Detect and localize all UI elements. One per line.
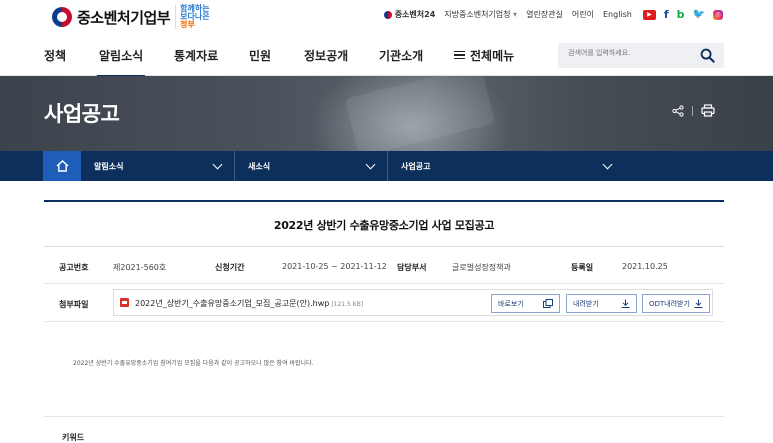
period-value: 2021-10-25 ~ 2021-11-12 [282,262,387,271]
chevron-down-icon [602,159,613,169]
dept-label: 담당부서 [397,263,427,272]
slogan: 함께하는 보다나은 정부 [175,5,217,29]
twitter-icon[interactable]: 🐦 [693,9,705,20]
location-depth2-label: 새소식 [248,161,271,171]
dept-value: 글로벌성장정책과 [452,263,511,272]
article-top-border [44,200,724,202]
banner-tools [672,104,715,117]
share-icon[interactable] [672,104,684,117]
taegeuk-logo-icon [52,7,72,27]
keyword-label: 키워드 [62,433,85,442]
nav-disclosure[interactable]: 정보공개 [304,47,348,64]
all-menu-button[interactable]: 전체메뉴 [454,47,514,64]
keyword-divider [44,416,724,417]
page-banner: 사업공고 [0,76,773,151]
search-box [558,43,724,68]
kids-link[interactable]: 어린이 [572,9,594,20]
attachment-name: 2022년_상반기_수출유망중소기업_모집_공고문(안).hwp [135,299,330,308]
blog-icon[interactable]: b [677,9,685,20]
page-title: 사업공고 [44,102,120,126]
print-icon[interactable] [701,104,715,117]
download-button-label: 내려받기 [573,299,599,308]
search-input[interactable] [568,49,698,57]
nav-policy[interactable]: 정책 [44,47,66,64]
chevron-down-icon [212,159,223,169]
location-depth3-label: 사업공고 [401,161,431,171]
article-title: 2022년 상반기 수출유망중소기업 사업 모집공고 [273,219,495,232]
reg-date-value: 2021.10.25 [622,262,668,271]
notice-no-label: 공고번호 [59,263,89,272]
all-menu-label: 전체메뉴 [470,49,515,63]
search-icon[interactable] [700,48,715,63]
nav-news[interactable]: 알림소식 [96,47,146,77]
attachment-label: 첨부파일 [59,300,89,309]
view-button-label: 바로보기 [498,299,524,308]
region-select[interactable]: 지방중소벤처기업청 [444,9,517,20]
location-depth2[interactable]: 새소식 [235,151,388,181]
attachment-row: 첨부파일 2022년_상반기_수출유망중소기업_모집_공고문(안).hwp [12… [44,284,724,322]
odt-download-button-label: ODT내려받기 [649,299,690,308]
location-bar: 알림소식 새소식 사업공고 [0,151,773,181]
site24-link[interactable]: 중소벤처24 [383,9,436,20]
article-body: 2022년 상반기 수출유망중소기업 참여기업 모집을 다음과 같이 공고하오니… [73,360,314,367]
download-icon [694,299,703,308]
hamburger-icon [454,51,465,59]
reg-date-label: 등록일 [571,263,594,272]
location-depth1-label: 알림소식 [94,161,124,171]
article-meta-row: 공고번호 제2021-560호 신청기간 2021-10-25 ~ 2021-1… [44,246,724,284]
top-bar: 중소벤처기업부 함께하는 보다나은 정부 중소벤처24 지방중소벤처기업청 열린… [0,0,773,34]
site-logo[interactable]: 중소벤처기업부 함께하는 보다나은 정부 [52,5,217,29]
attachment-link[interactable]: 2022년_상반기_수출유망중소기업_모집_공고문(안).hwp [121.5 K… [135,298,363,309]
home-icon [56,160,68,172]
youtube-icon[interactable]: ▶ [642,9,656,20]
instagram-icon[interactable]: ◎ [713,9,723,20]
facebook-icon[interactable]: f [664,9,669,20]
location-depth3[interactable]: 사업공고 [388,151,624,181]
odt-download-button[interactable]: ODT내려받기 [642,294,710,313]
hwp-file-icon [120,298,129,307]
home-button[interactable] [43,151,81,181]
chevron-down-icon [365,159,376,169]
location-depth1[interactable]: 알림소식 [81,151,235,181]
period-label: 신청기간 [215,263,245,272]
nav-about[interactable]: 기관소개 [379,47,423,64]
attachment-box: 2022년_상반기_수출유망중소기업_모집_공고문(안).hwp [121.5 K… [113,289,713,316]
nav-statistics[interactable]: 통계자료 [174,47,218,64]
download-icon [621,299,630,308]
preview-icon [543,299,553,308]
download-button[interactable]: 내려받기 [566,294,637,313]
site24-label: 중소벤처24 [394,10,436,19]
nav-civil[interactable]: 민원 [249,47,271,64]
site24-icon [383,10,392,19]
logo-text: 중소벤처기업부 [77,8,171,27]
utility-menu: 중소벤처24 지방중소벤처기업청 열린장관실 어린이 English ▶ f b… [383,9,723,20]
attachment-size: [121.5 KB] [331,301,364,308]
tool-separator [692,105,693,116]
sns-links: ▶ f b 🐦 ◎ [642,9,723,20]
notice-no-value: 제2021-560호 [113,263,167,272]
main-navigation: 정책 알림소식 통계자료 민원 정보공개 기관소개 전체메뉴 [0,34,773,77]
minister-link[interactable]: 열린장관실 [526,9,563,20]
english-link[interactable]: English [603,10,632,19]
slogan-line3: 정부 [180,20,195,29]
view-button[interactable]: 바로보기 [491,294,560,313]
